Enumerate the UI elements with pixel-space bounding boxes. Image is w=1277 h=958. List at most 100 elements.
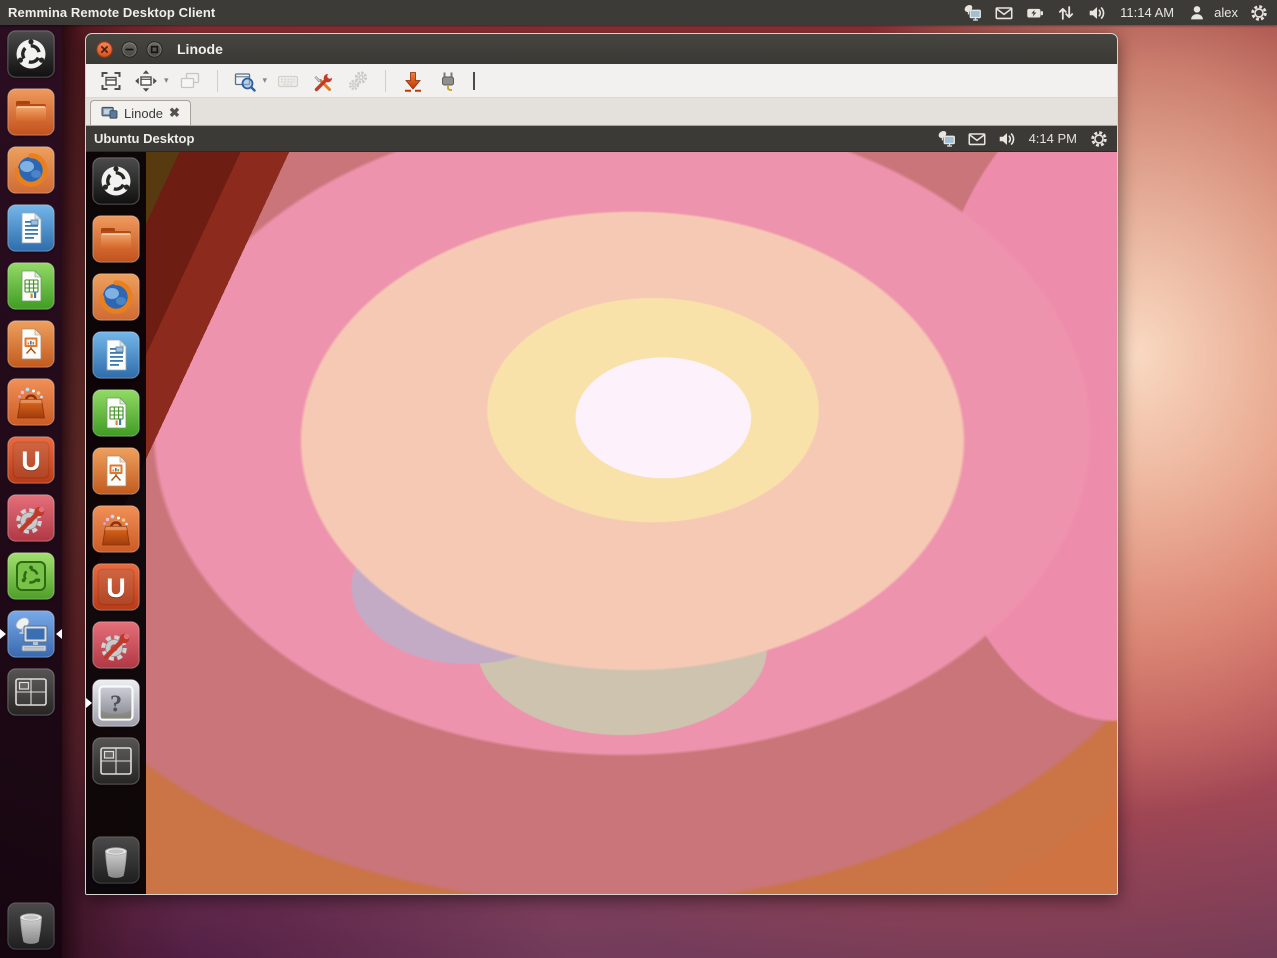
launcher-item-libreoffice-writer[interactable]	[7, 204, 55, 252]
remote-remmina-indicator-icon[interactable]	[937, 129, 957, 149]
firefox-icon	[7, 146, 55, 194]
system-settings-icon	[92, 621, 140, 669]
launcher-item-software-updater[interactable]	[7, 552, 55, 600]
launcher-row-ubuntu-software-center	[0, 378, 62, 426]
libreoffice-impress-icon	[7, 320, 55, 368]
launcher-item-dash-home[interactable]	[7, 30, 55, 78]
ubuntu-one-icon	[7, 436, 55, 484]
launcher-row-unknown-application	[86, 679, 146, 727]
tab-close-icon[interactable]: ✖	[169, 105, 180, 121]
ubuntu-software-center-icon	[92, 505, 140, 553]
remote-session-gear-icon[interactable]	[1089, 129, 1109, 149]
firefox-icon	[92, 273, 140, 321]
launcher-item-libreoffice-impress[interactable]	[92, 447, 140, 495]
remmina-indicator-icon[interactable]	[963, 3, 983, 23]
toolbar-separator	[217, 70, 218, 92]
launcher-row-home-folder	[86, 215, 146, 263]
volume-icon[interactable]	[1087, 3, 1107, 23]
fit-window-button[interactable]	[131, 67, 161, 94]
running-indicator-arrow	[0, 629, 6, 639]
launcher-item-system-settings[interactable]	[7, 494, 55, 542]
launcher-item-ubuntu-software-center[interactable]	[7, 378, 55, 426]
redarrow-icon	[401, 69, 425, 93]
scaled-icon	[233, 69, 257, 93]
tab-linode[interactable]: Linode ✖	[90, 100, 191, 125]
disconnect-button[interactable]	[433, 67, 463, 94]
launcher-item-ubuntu-software-center[interactable]	[92, 505, 140, 553]
user-icon[interactable]	[1187, 3, 1207, 23]
launcher-item-firefox[interactable]	[92, 273, 140, 321]
launcher-row-libreoffice-calc	[0, 262, 62, 310]
tools-icon	[311, 69, 335, 93]
host-panel-title: Remmina Remote Desktop Client	[8, 5, 215, 20]
remote-mail-indicator-icon[interactable]	[967, 129, 987, 149]
preferences-button[interactable]	[308, 67, 338, 94]
launcher-item-remmina[interactable]	[7, 610, 55, 658]
launcher-item-workspace-switcher[interactable]	[92, 737, 140, 785]
close-button[interactable]	[96, 41, 113, 58]
host-clock[interactable]: 11:14 AM	[1120, 5, 1174, 20]
plug-icon	[436, 69, 460, 93]
launcher-item-libreoffice-calc[interactable]	[7, 262, 55, 310]
launcher-item-unknown-application[interactable]	[92, 679, 140, 727]
trash-icon	[7, 902, 55, 950]
maximize-button[interactable]	[146, 41, 163, 58]
launcher-row-remmina	[0, 610, 62, 658]
window-title: Linode	[177, 41, 223, 57]
window-titlebar[interactable]: Linode	[86, 34, 1117, 64]
minimize-button[interactable]	[121, 41, 138, 58]
launcher-item-firefox[interactable]	[7, 146, 55, 194]
scaled-mode-button[interactable]	[230, 67, 260, 94]
launcher-item-ubuntu-one[interactable]	[7, 436, 55, 484]
launcher-item-trash[interactable]	[7, 902, 55, 950]
launcher-item-system-settings[interactable]	[92, 621, 140, 669]
remote-tray-icons	[937, 129, 1017, 149]
libreoffice-impress-icon	[92, 447, 140, 495]
launcher-item-dash-home[interactable]	[92, 157, 140, 205]
launcher-item-trash[interactable]	[92, 836, 140, 884]
launcher-item-home-folder[interactable]	[92, 215, 140, 263]
launcher-row-dash-home	[86, 157, 146, 205]
remote-volume-icon[interactable]	[997, 129, 1017, 149]
launcher-row-firefox	[86, 273, 146, 321]
launcher-item-libreoffice-calc[interactable]	[92, 389, 140, 437]
trash-icon	[92, 836, 140, 884]
scaled-mode-button-dropdown[interactable]: ▾	[263, 75, 268, 86]
launcher-row-libreoffice-impress	[0, 320, 62, 368]
ubuntu-one-icon	[92, 563, 140, 611]
session-gear-icon[interactable]	[1249, 3, 1269, 23]
dash-home-icon	[7, 30, 55, 78]
remote-desktop-view[interactable]: Ubuntu Desktop 4:14 PM	[86, 126, 1117, 894]
home-folder-icon	[7, 88, 55, 136]
launcher-item-libreoffice-writer[interactable]	[92, 331, 140, 379]
sync-arrows-icon[interactable]	[1056, 3, 1076, 23]
minimize-window-button[interactable]	[398, 67, 428, 94]
host-username[interactable]: alex	[1214, 5, 1238, 20]
keyboard-icon	[276, 69, 300, 93]
launcher-item-libreoffice-impress[interactable]	[7, 320, 55, 368]
unknown-application-icon	[92, 679, 140, 727]
software-updater-icon	[7, 552, 55, 600]
launcher-row-firefox	[0, 146, 62, 194]
mail-indicator-icon[interactable]	[994, 3, 1014, 23]
battery-indicator-icon[interactable]	[1025, 3, 1045, 23]
ubuntu-software-center-icon	[7, 378, 55, 426]
launcher-row-ubuntu-one	[86, 563, 146, 611]
system-settings-icon	[7, 494, 55, 542]
launcher-row-workspace-switcher	[0, 668, 62, 716]
launcher-item-workspace-switcher[interactable]	[7, 668, 55, 716]
launcher-row-software-updater	[0, 552, 62, 600]
fit-window-button-dropdown[interactable]: ▾	[164, 75, 169, 86]
launcher-item-ubuntu-one[interactable]	[92, 563, 140, 611]
launcher-row-libreoffice-writer	[86, 331, 146, 379]
host-tray-icons	[963, 3, 1107, 23]
libreoffice-writer-icon	[92, 331, 140, 379]
libreoffice-calc-icon	[7, 262, 55, 310]
launcher-item-home-folder[interactable]	[7, 88, 55, 136]
duplicate-connection-button	[175, 67, 205, 94]
gears-icon	[346, 69, 370, 93]
toggle-fullscreen-button[interactable]	[96, 67, 126, 94]
remote-launcher	[86, 152, 146, 894]
fit-icon	[134, 69, 158, 93]
remote-clock[interactable]: 4:14 PM	[1029, 131, 1077, 146]
